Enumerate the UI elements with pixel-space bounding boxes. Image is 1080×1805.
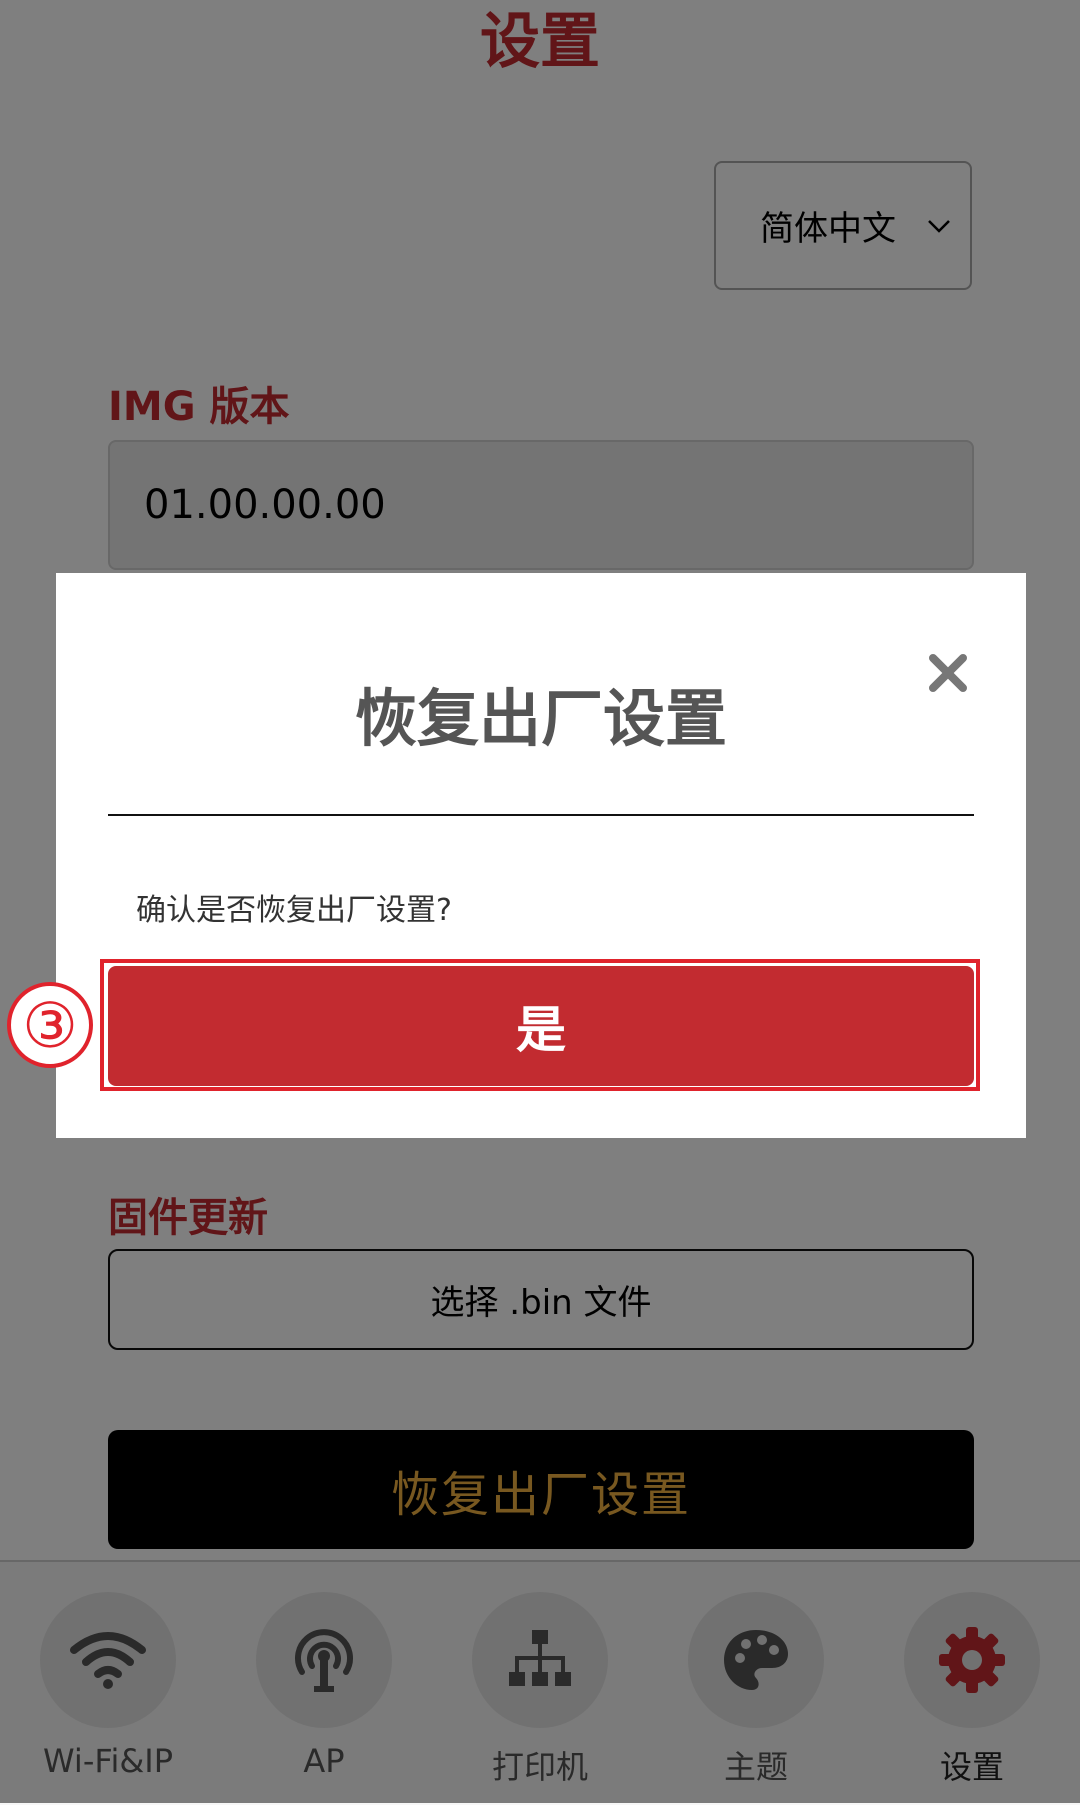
confirm-yes-button[interactable]: 是 [108,966,974,1086]
dialog-message: 确认是否恢复出厂设置? [136,893,452,928]
dialog-divider [108,814,974,816]
close-icon[interactable] [928,653,968,693]
factory-reset-dialog: 恢复出厂设置 确认是否恢复出厂设置? 是 [56,573,1026,1138]
dialog-title: 恢复出厂设置 [354,682,727,755]
step-marker: ③ [7,982,93,1068]
